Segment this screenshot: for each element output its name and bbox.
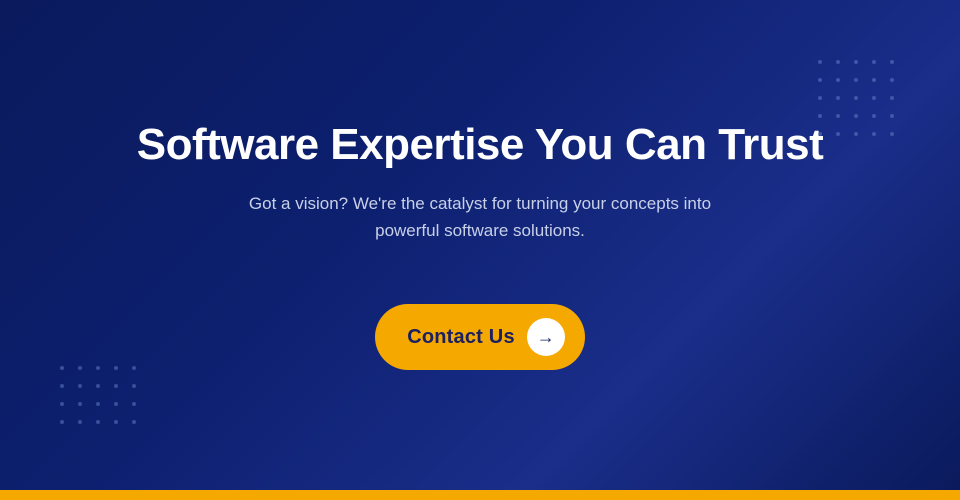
arrow-icon: → bbox=[537, 328, 555, 346]
dots-top-right bbox=[818, 60, 900, 142]
hero-subtitle: Got a vision? We're the catalyst for tur… bbox=[220, 190, 740, 244]
dots-bottom-left bbox=[60, 366, 142, 430]
hero-section: Software Expertise You Can Trust Got a v… bbox=[0, 0, 960, 490]
contact-us-button[interactable]: Contact Us → bbox=[375, 304, 585, 370]
cta-arrow-circle: → bbox=[527, 318, 565, 356]
hero-title: Software Expertise You Can Trust bbox=[137, 120, 824, 171]
page-wrapper: Software Expertise You Can Trust Got a v… bbox=[0, 0, 960, 500]
bottom-bar bbox=[0, 490, 960, 500]
cta-label: Contact Us bbox=[407, 326, 515, 349]
